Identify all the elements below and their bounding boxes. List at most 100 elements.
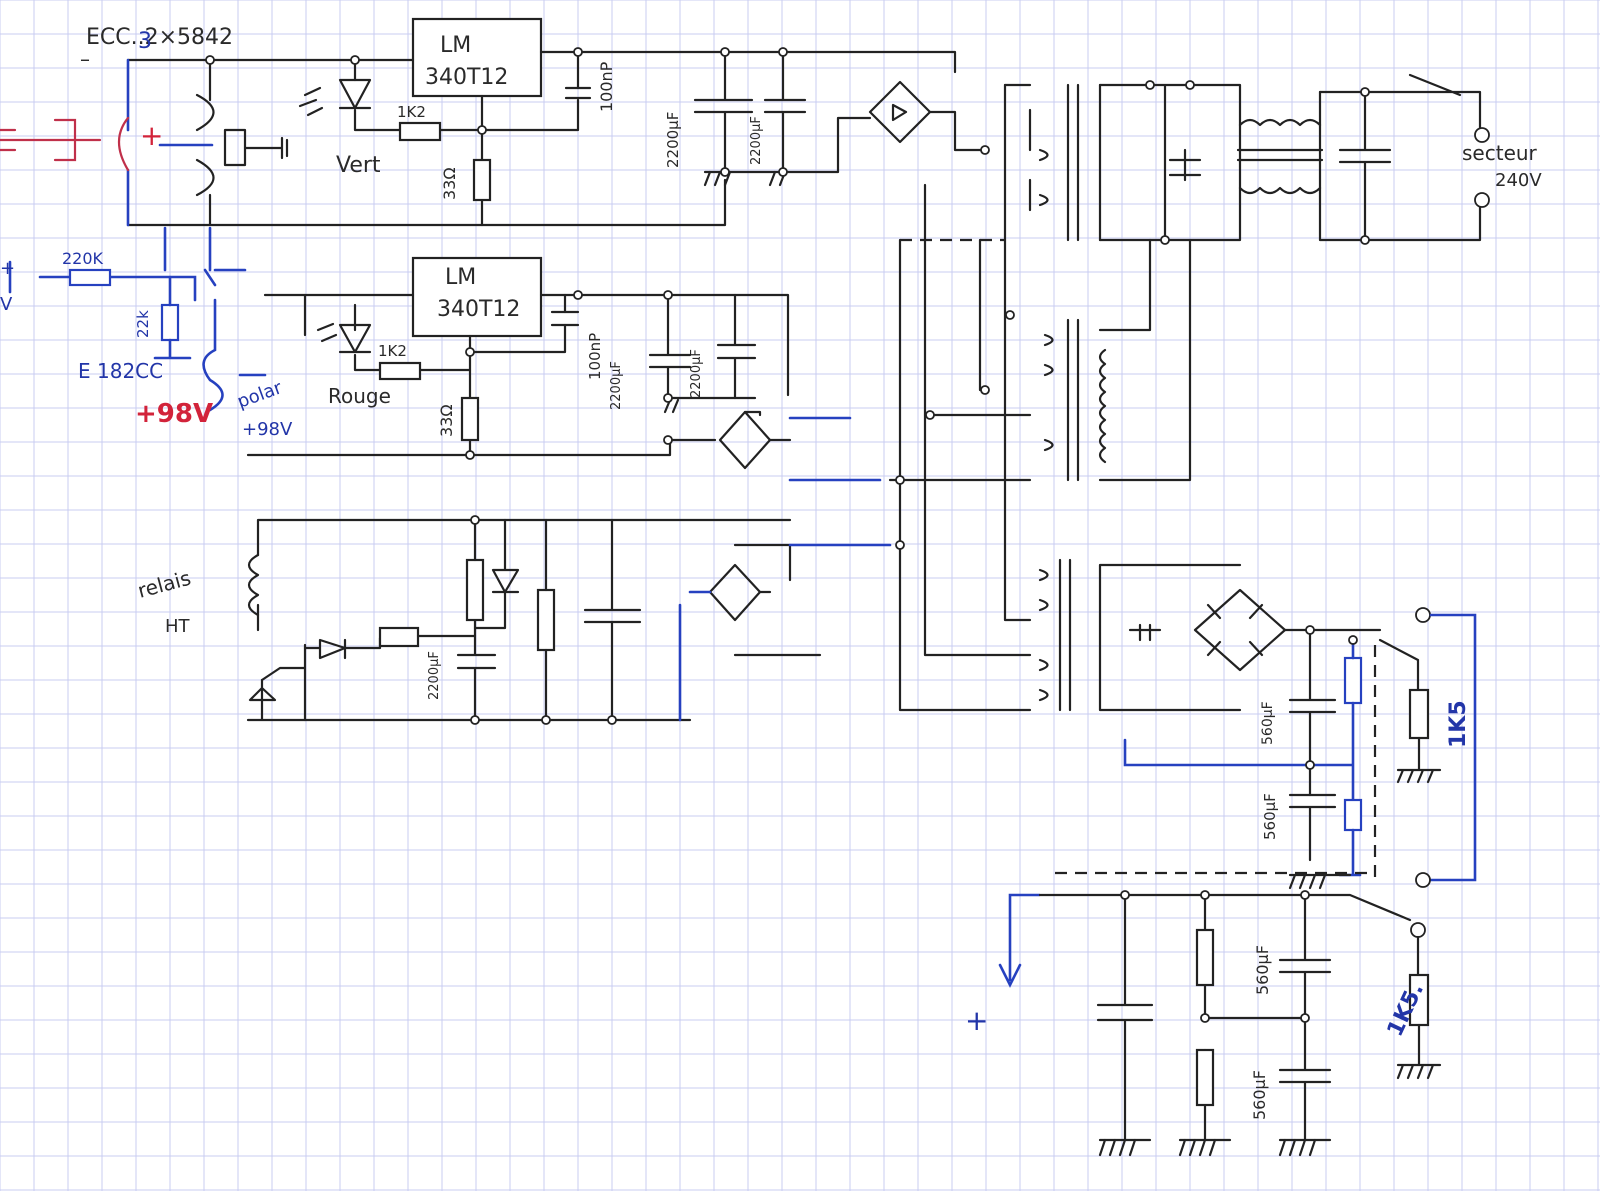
junction-dot — [895, 540, 905, 550]
led-green — [338, 78, 372, 110]
junction-dot — [573, 290, 583, 300]
junction-dot — [477, 125, 487, 135]
reg2-line1: LM — [445, 265, 476, 290]
label-tubes: ECC..2×5842 — [86, 25, 233, 50]
label-33-top: 33Ω — [440, 167, 459, 200]
label-secteur: secteur — [1462, 141, 1538, 165]
tube-section: ECC..2×5842 3 – + — [0, 25, 289, 272]
junction-dot — [663, 393, 673, 403]
junction-dot — [573, 47, 583, 57]
junction-dot — [1200, 890, 1210, 900]
top-regulator-section: LM 340T12 1K2 Vert 33Ω 100nP 2200µF 2200… — [126, 17, 987, 227]
junction-dot — [350, 55, 360, 65]
bridge-rectifier-top — [868, 80, 932, 144]
label-plus-red-top: + — [140, 119, 163, 152]
resistor-relay-3 — [536, 588, 556, 652]
resistor-1k2-top — [398, 121, 442, 142]
label-polar-2: +98V — [242, 419, 293, 440]
middle-regulator-section: LM 340T12 1K2 Rouge 33Ω 100nP 2200µF 220… — [246, 256, 882, 482]
label-100n-mid: 100nP — [586, 333, 604, 380]
label-relais: relais — [135, 566, 193, 603]
junction-dot — [1348, 635, 1358, 645]
label-rouge: Rouge — [328, 384, 391, 408]
label-tube-marker: 3 — [138, 29, 152, 54]
resistor-bleeder-b — [1343, 798, 1363, 832]
resistor-33-top — [472, 158, 492, 202]
reg1-line2: 340T12 — [425, 65, 508, 90]
junction-dot — [1145, 80, 1155, 90]
label-2200-a: 2200µF — [664, 112, 682, 168]
mains-terminal-2 — [1474, 192, 1490, 208]
junction-dot — [1360, 235, 1370, 245]
label-plus-out: + — [965, 1004, 988, 1037]
switch-contact-top — [1415, 607, 1431, 623]
input-section: 220K 22k E 182CC +98V polar +98V + V — [0, 249, 293, 440]
junction-dot — [1160, 235, 1170, 245]
resistor-220k — [68, 268, 112, 287]
junction-dot — [1300, 890, 1310, 900]
label-1k2-top: 1K2 — [397, 103, 426, 121]
label-plus-left: + — [0, 258, 15, 279]
junction-dots — [205, 47, 1370, 1023]
mains-terminal-1 — [1474, 127, 1490, 143]
junction-dot — [720, 47, 730, 57]
label-560-a: 560µF — [1260, 701, 1276, 745]
label-220k: 220K — [62, 249, 104, 268]
label-1k2-mid: 1K2 — [378, 342, 407, 360]
label-vert: Vert — [336, 153, 381, 178]
junction-dot — [1005, 310, 1015, 320]
output-filter: + 1K5. 560µF 560µF — [965, 893, 1442, 1157]
junction-dot — [1185, 80, 1195, 90]
reg2-line2: 340T12 — [437, 297, 520, 322]
bridge-rectifier-mid — [718, 410, 772, 470]
reg1-line1: LM — [440, 33, 471, 58]
resistor-relay — [378, 626, 420, 648]
junction-dot — [1300, 1013, 1310, 1023]
label-33-mid: 33Ω — [437, 404, 456, 437]
schematic-sheet: LM 340T12 1K2 Vert 33Ω 100nP 2200µF 2200… — [0, 0, 1600, 1191]
label-e182cc: E 182CC — [78, 359, 163, 383]
label-240v: 240V — [1495, 170, 1542, 191]
hv-bridge-rectifier — [1193, 588, 1287, 672]
label-560-d: 560µF — [1250, 1070, 1269, 1120]
junction-dot — [720, 167, 730, 177]
junction-dot — [980, 145, 990, 155]
junction-dot — [541, 715, 551, 725]
junction-dot — [980, 385, 990, 395]
resistor-22k — [160, 303, 180, 342]
junction-dot — [895, 475, 905, 485]
label-560-b: 560µF — [1261, 793, 1279, 840]
relay-section: relais HT 2200µF — [135, 518, 892, 722]
resistor-bleeder-a — [1343, 656, 1363, 705]
junction-dot — [205, 55, 215, 65]
label-1k5-a: 1K5 — [1446, 700, 1471, 748]
junction-dot — [607, 715, 617, 725]
label-plus98-red: +98V — [135, 399, 213, 429]
switch-contact-bottom — [1410, 922, 1426, 938]
label-2200-b: 2200µF — [749, 116, 764, 165]
label-polar-1: polar — [235, 377, 286, 413]
resistor-33-mid — [460, 396, 480, 442]
junction-dot — [1305, 760, 1315, 770]
junction-dot — [1120, 890, 1130, 900]
resistor-relay-2 — [465, 558, 485, 622]
junction-dot — [663, 290, 673, 300]
junction-dot — [470, 715, 480, 725]
label-2200-c: 2200µF — [609, 361, 624, 410]
resistor-divider-a — [1195, 928, 1215, 987]
resistor-divider-b — [1195, 1048, 1215, 1107]
junction-dot — [778, 167, 788, 177]
capacitor-100n-mid — [550, 310, 580, 327]
junction-dot — [1360, 87, 1370, 97]
label-left-v: V — [0, 294, 13, 315]
junction-dot — [465, 347, 475, 357]
junction-dot — [1200, 1013, 1210, 1023]
resistor-1k2-mid — [378, 361, 422, 381]
label-100n-top: 100nP — [597, 61, 616, 112]
graph-paper-grid — [0, 0, 1600, 1191]
label-560-c: 560µF — [1253, 945, 1272, 995]
label-22k: 22k — [134, 310, 152, 338]
junction-dot — [778, 47, 788, 57]
junction-dot — [470, 515, 480, 525]
resistor-1k5-a — [1408, 688, 1430, 740]
